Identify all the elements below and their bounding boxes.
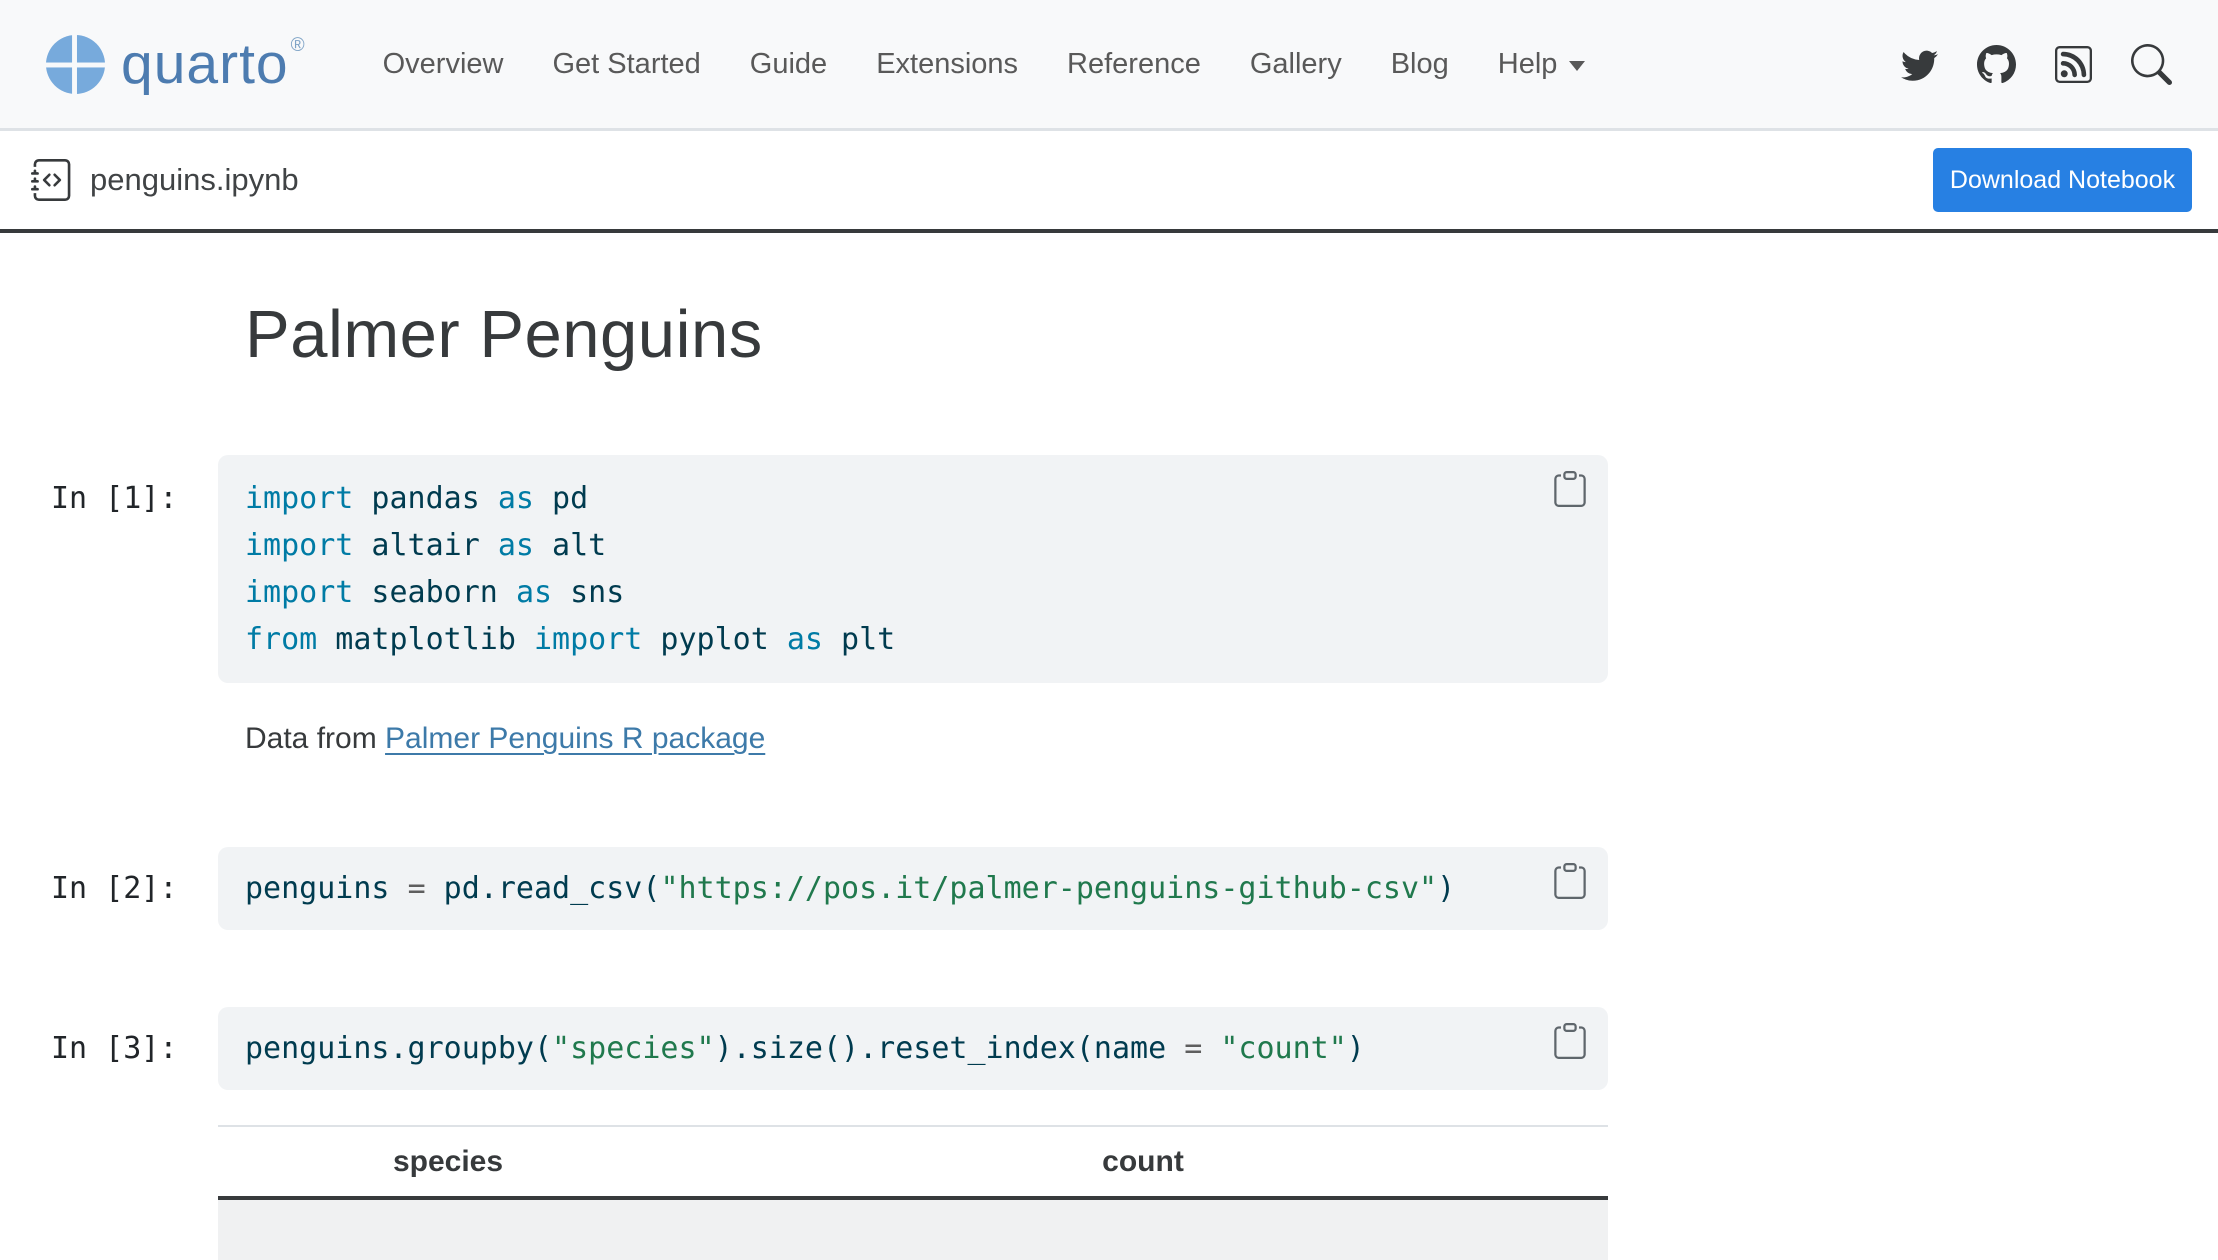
github-icon [1977, 45, 2016, 84]
column-header-species: species [218, 1126, 678, 1198]
quarto-logo-icon [44, 33, 107, 96]
nav-item-help[interactable]: Help [1498, 48, 1586, 81]
data-source-paragraph: Data from Palmer Penguins R package [245, 722, 765, 756]
code-block: penguins.groupby("species").size().reset… [218, 1007, 1608, 1090]
notebook-filename: penguins.ipynb [90, 162, 299, 198]
copy-code-button[interactable] [1552, 863, 1588, 899]
twitter-link[interactable] [1901, 46, 1938, 83]
clipboard-icon [1552, 1023, 1588, 1059]
journal-code-icon [31, 159, 73, 201]
code-block: import pandas as pdimport altair as alti… [218, 455, 1608, 683]
nav-item-overview[interactable]: Overview [383, 48, 504, 81]
brand-text: quarto [121, 33, 289, 96]
notebook-header-bar: penguins.ipynb Download Notebook [0, 131, 2218, 233]
notebook-file: penguins.ipynb [31, 159, 299, 201]
chevron-down-icon [1569, 61, 1585, 71]
code-content: penguins = pd.read_csv("https://pos.it/p… [245, 865, 1548, 912]
table-header-row: speciescount [218, 1126, 1608, 1198]
table-cell [218, 1198, 678, 1260]
quarto-brand-link[interactable]: quarto ® [44, 33, 305, 96]
search-icon [2131, 44, 2172, 85]
rss-icon [2055, 46, 2092, 83]
clipboard-icon [1552, 471, 1588, 507]
nav-item-get-started[interactable]: Get Started [552, 48, 700, 81]
code-block: penguins = pd.read_csv("https://pos.it/p… [218, 847, 1608, 930]
nav-item-reference[interactable]: Reference [1067, 48, 1201, 81]
search-link[interactable] [2131, 44, 2172, 85]
cell-execution-label: In [1]: [51, 475, 177, 522]
cell-execution-label: In [2]: [51, 865, 177, 912]
page-title: Palmer Penguins [245, 296, 763, 373]
table-row [218, 1198, 1608, 1260]
nav-item-blog[interactable]: Blog [1391, 48, 1449, 81]
palmer-penguins-package-link[interactable]: Palmer Penguins R package [385, 722, 765, 755]
github-link[interactable] [1977, 45, 2016, 84]
brand-trademark: ® [291, 35, 305, 57]
clipboard-icon [1552, 863, 1588, 899]
paragraph-text: Data from [245, 722, 385, 755]
species-count-table: speciescount [218, 1125, 1608, 1260]
code-content: penguins.groupby("species").size().reset… [245, 1025, 1548, 1072]
download-notebook-button[interactable]: Download Notebook [1933, 148, 2192, 212]
nav-links: Overview Get Started Guide Extensions Refere… [383, 48, 1586, 81]
twitter-icon [1901, 46, 1938, 83]
top-navbar: quarto ® Overview Get Started Guide Extensi… [0, 0, 2218, 131]
nav-item-extensions[interactable]: Extensions [876, 48, 1018, 81]
column-header-count: count [678, 1126, 1608, 1198]
table-cell [678, 1198, 1608, 1260]
rss-link[interactable] [2055, 46, 2092, 83]
nav-item-guide[interactable]: Guide [750, 48, 827, 81]
copy-code-button[interactable] [1552, 471, 1588, 507]
cell-execution-label: In [3]: [51, 1025, 177, 1072]
copy-code-button[interactable] [1552, 1023, 1588, 1059]
nav-item-gallery[interactable]: Gallery [1250, 48, 1342, 81]
nav-social-icons [1901, 44, 2172, 85]
code-content: import pandas as pdimport altair as alti… [245, 475, 1548, 663]
